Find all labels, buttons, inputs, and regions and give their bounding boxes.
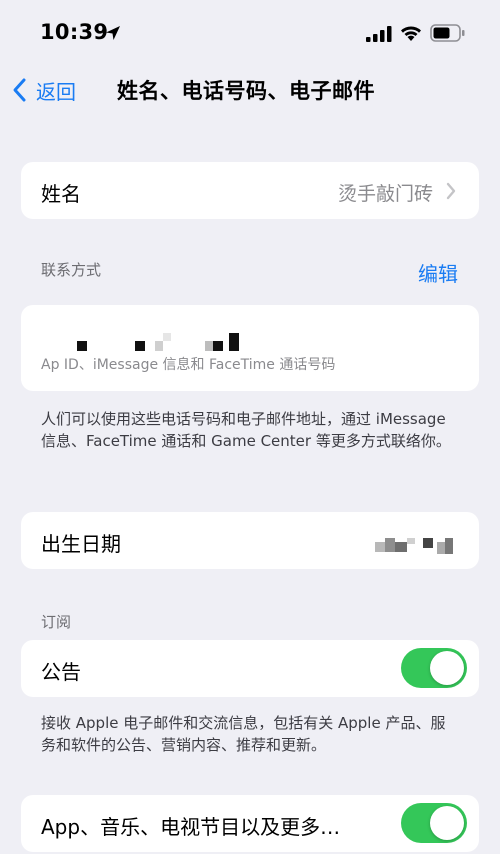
announcements-toggle[interactable]	[401, 648, 467, 688]
announcements-label: 公告	[41, 660, 81, 684]
back-label: 返回	[36, 79, 76, 104]
toggle-knob	[430, 806, 464, 840]
birthday-row[interactable]: 出生日期	[21, 512, 479, 569]
name-label: 姓名	[41, 182, 81, 206]
name-row[interactable]: 姓名 烫手敲门砖	[21, 162, 479, 219]
apps-music-tv-toggle[interactable]	[401, 803, 467, 843]
location-arrow-icon	[106, 26, 120, 40]
contact-footnote: 人们可以使用这些电话号码和电子邮件地址，通过 iMessage 信息、FaceT…	[41, 410, 451, 450]
chevron-left-icon	[13, 78, 26, 102]
navigation-bar: 返回 姓名、电话号码、电子邮件	[0, 66, 500, 114]
edit-button[interactable]: 编辑	[418, 258, 458, 287]
status-bar: 10:39	[0, 0, 500, 66]
cellular-signal-icon	[366, 26, 392, 42]
wifi-icon	[401, 26, 421, 41]
page-title: 姓名、电话号码、电子邮件	[117, 79, 375, 103]
apps-music-tv-label: App、音乐、电视节目以及更多…	[41, 815, 341, 839]
battery-icon	[430, 24, 465, 42]
back-button[interactable]: 返回	[10, 74, 76, 106]
announcements-footnote: 接收 Apple 电子邮件和交流信息，包括有关 Apple 产品、服务和软件的公…	[41, 714, 446, 754]
contact-card[interactable]: Ap ID、iMessage 信息和 FaceTime 通话号码	[21, 305, 479, 391]
apps-music-tv-row: App、音乐、电视节目以及更多…	[21, 795, 479, 852]
toggle-knob	[430, 651, 464, 685]
status-time: 10:39	[40, 20, 109, 44]
contact-section-header: 联系方式	[41, 261, 102, 279]
contact-subtitle: Ap ID、iMessage 信息和 FaceTime 通话号码	[41, 357, 336, 373]
birthday-label: 出生日期	[41, 532, 121, 556]
name-value: 烫手敲门砖	[337, 183, 433, 205]
chevron-right-icon	[446, 182, 456, 200]
subscription-section-header: 订阅	[41, 613, 72, 631]
announcements-row: 公告	[21, 640, 479, 697]
